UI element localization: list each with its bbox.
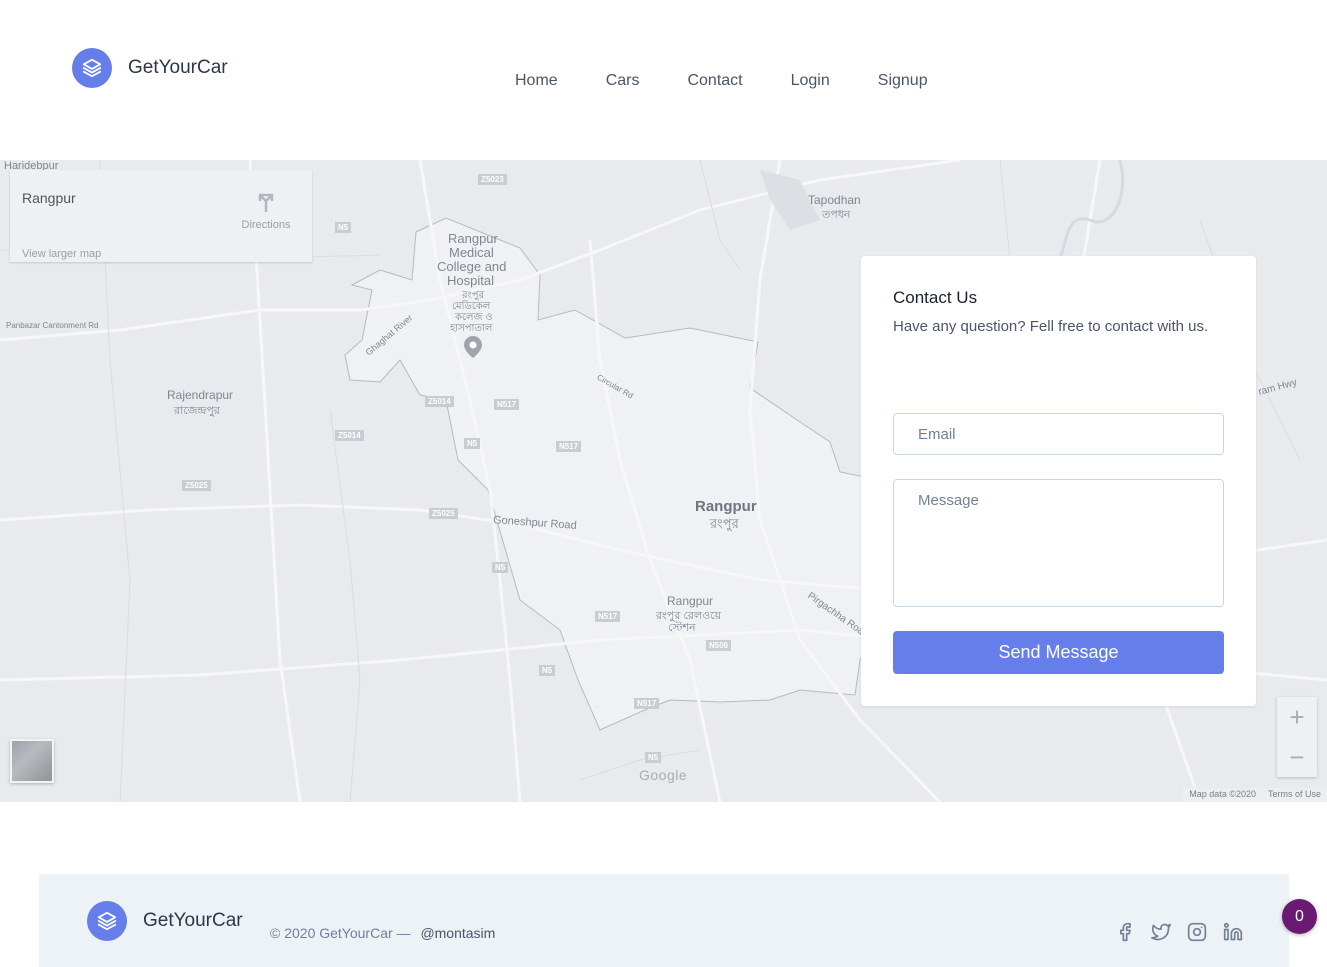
send-message-button[interactable]: Send Message [893, 631, 1224, 674]
road-shield: N517 [494, 399, 520, 410]
contact-card: Contact Us Have any question? Fell free … [861, 256, 1256, 706]
nav-contact[interactable]: Contact [687, 70, 742, 92]
author-link[interactable]: @montasim [420, 925, 495, 941]
road-shield: Z5014 [335, 430, 364, 441]
zoom-control: + − [1277, 697, 1317, 777]
header-logo[interactable]: GetYourCar [72, 48, 228, 88]
map-label: Panbazar Cantonment Rd [6, 321, 99, 330]
map-label: Rangpur [667, 594, 714, 608]
road-shield: N517 [556, 441, 582, 452]
map-label: Rajendrapur [167, 388, 234, 402]
nav-cars[interactable]: Cars [606, 70, 640, 92]
linkedin-icon[interactable] [1223, 922, 1243, 942]
layers-icon [87, 901, 127, 941]
map-place-card: Rangpur Directions View larger map [10, 170, 312, 262]
map-label: Tapodhan [808, 193, 861, 207]
map-label: স্টেশন [668, 622, 696, 634]
place-title: Rangpur [22, 190, 76, 206]
facebook-icon[interactable] [1115, 922, 1135, 942]
map-label: তপধন [822, 209, 851, 221]
message-textarea[interactable] [893, 479, 1224, 607]
directions-icon [258, 193, 274, 213]
instagram-icon[interactable] [1187, 922, 1207, 942]
road-shield: N517 [634, 698, 660, 709]
map-label: College and [437, 259, 507, 274]
satellite-toggle[interactable] [10, 739, 54, 783]
notification-badge[interactable]: 0 [1282, 899, 1317, 934]
footer-brand-name: GetYourCar [143, 910, 243, 931]
road-shield: Z5023 [478, 174, 507, 185]
map-label: Hospital [447, 273, 494, 288]
nav-login[interactable]: Login [791, 70, 830, 92]
map-label: Rangpur [448, 231, 498, 246]
road-shield: N5 [492, 562, 509, 573]
terms-link[interactable]: Terms of Use [1262, 788, 1327, 802]
directions-button[interactable]: Directions [238, 190, 294, 231]
map-attribution: Map data ©2020 Terms of Use [1183, 788, 1327, 802]
layers-icon [72, 48, 112, 88]
copyright-text: © 2020 GetYourCar — [270, 925, 411, 941]
nav-signup[interactable]: Signup [878, 70, 928, 92]
map-label: রাজেন্দ্রপুর [174, 405, 220, 417]
email-input[interactable] [893, 413, 1224, 455]
road-shield: Z5014 [425, 396, 454, 407]
map-pin-icon[interactable] [464, 336, 482, 358]
brand-name: GetYourCar [128, 57, 228, 78]
road-shield: N506 [706, 640, 732, 651]
view-larger-map-link[interactable]: View larger map [22, 248, 101, 260]
copyright: © 2020 GetYourCar — @montasim [270, 925, 495, 941]
google-logo: Google [639, 767, 688, 783]
site-footer: GetYourCar © 2020 GetYourCar — @montasim [39, 874, 1289, 967]
road-shield: N517 [595, 611, 621, 622]
map-label: Rangpur [695, 498, 757, 515]
contact-subtitle: Have any question? Fell free to contact … [893, 318, 1209, 335]
map-label: রংপুর [710, 516, 739, 531]
zoom-in-button[interactable]: + [1277, 697, 1317, 737]
twitter-icon[interactable] [1151, 922, 1171, 942]
road-shield: Z5025 [182, 480, 211, 491]
nav-home[interactable]: Home [515, 70, 558, 92]
main-nav: Home Cars Contact Login Signup [515, 70, 976, 92]
map-label: Medical [449, 245, 494, 260]
site-header: GetYourCar Home Cars Contact Login Signu… [0, 0, 1327, 160]
footer-logo[interactable]: GetYourCar [87, 901, 243, 941]
directions-label: Directions [241, 219, 291, 231]
road-shield: N5 [645, 752, 662, 763]
zoom-out-button[interactable]: − [1277, 737, 1317, 777]
contact-title: Contact Us [893, 288, 978, 307]
road-shield: N5 [335, 222, 352, 233]
social-links [1115, 922, 1259, 942]
map-data-text: Map data ©2020 [1189, 789, 1256, 799]
road-shield: N5 [539, 665, 556, 676]
road-shield: N5 [464, 438, 481, 449]
road-shield: Z5025 [429, 508, 458, 519]
